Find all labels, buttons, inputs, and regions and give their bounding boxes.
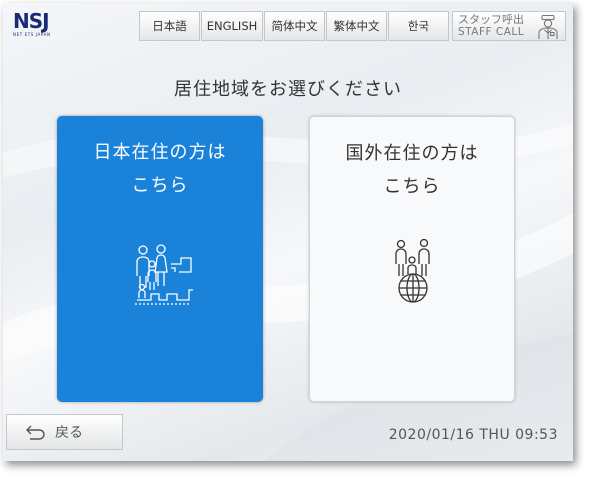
- lang-english-button[interactable]: ENGLISH: [201, 11, 263, 41]
- lang-korean-button[interactable]: 한국: [388, 11, 449, 41]
- lang-simplified-chinese-button[interactable]: 简体中文: [264, 11, 325, 41]
- family-house-icon: [135, 244, 193, 305]
- overseas-resident-label: 国外在住の方は こちら: [310, 137, 514, 203]
- nsj-logo: NSJ NET ETS JAPAN: [13, 11, 51, 37]
- lang-traditional-chinese-button[interactable]: 繁体中文: [326, 11, 387, 41]
- card-label-line1: 日本在住の方は: [93, 142, 227, 163]
- back-button[interactable]: 戻る: [6, 414, 123, 450]
- japan-resident-label: 日本在住の方は こちら: [57, 136, 263, 202]
- family-globe-icon: [395, 238, 430, 303]
- logo-subtitle: NET ETS JAPAN: [13, 32, 51, 37]
- back-label: 戻る: [55, 425, 83, 441]
- staff-person-icon: [538, 14, 558, 39]
- staff-call-button[interactable]: スタッフ呼出 STAFF CALL: [452, 11, 566, 41]
- logo-mark: NSJ: [13, 9, 50, 33]
- datetime-display: 2020/01/16 THU 09:53: [388, 427, 558, 443]
- card-label-line2: こちら: [383, 176, 441, 197]
- japan-resident-card[interactable]: 日本在住の方は こちら: [57, 116, 263, 402]
- staff-call-label-jp: スタッフ呼出: [458, 13, 524, 26]
- kiosk-screen: NSJ NET ETS JAPAN 日本語 ENGLISH 简体中文 繁体中文 …: [3, 3, 573, 461]
- lang-japanese-button[interactable]: 日本語: [139, 11, 200, 41]
- page-title: 居住地域をお選びください: [174, 79, 402, 100]
- card-label-line1: 国外在住の方は: [345, 143, 479, 164]
- overseas-resident-card[interactable]: 国外在住の方は こちら: [309, 116, 515, 402]
- card-label-line2: こちら: [131, 175, 189, 196]
- back-arrow-icon: [26, 425, 45, 440]
- staff-call-label-en: STAFF CALL: [458, 26, 525, 38]
